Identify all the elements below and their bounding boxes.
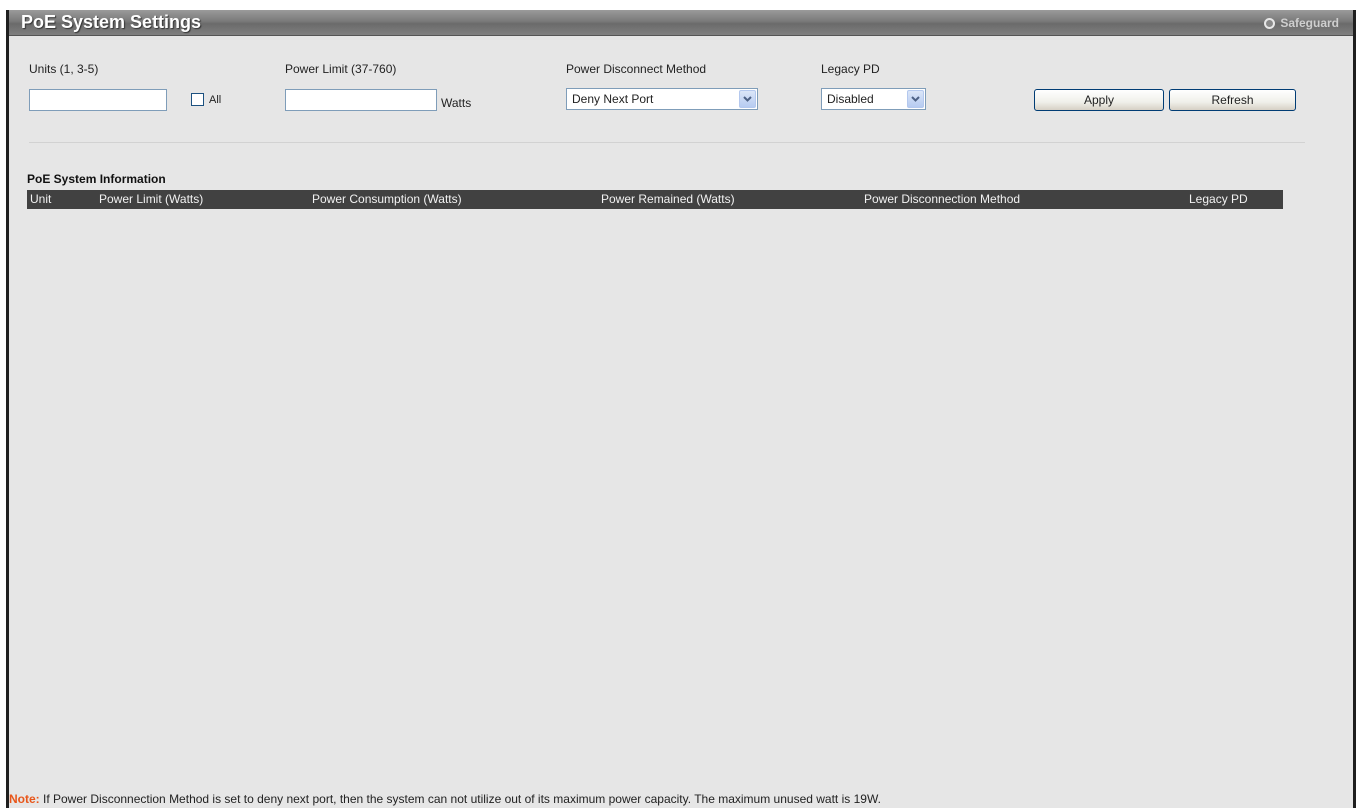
legacy-pd-value: Disabled: [827, 92, 874, 106]
page-title: PoE System Settings: [21, 12, 202, 32]
refresh-button[interactable]: Refresh: [1169, 89, 1296, 111]
disconnect-method-value: Deny Next Port: [572, 92, 654, 106]
units-label: Units (1, 3-5): [29, 62, 99, 76]
note: Note: If Power Disconnection Method is s…: [9, 792, 881, 806]
all-units-label: All: [209, 94, 222, 106]
disconnect-method-label: Power Disconnect Method: [566, 62, 707, 76]
power-limit-unit: Watts: [441, 96, 472, 110]
legacy-pd-label: Legacy PD: [821, 62, 880, 76]
column-header-power-limit: Power Limit (Watts): [99, 192, 204, 206]
apply-button[interactable]: Apply: [1034, 89, 1164, 111]
all-units-checkbox[interactable]: [191, 93, 204, 106]
column-header-unit: Unit: [30, 192, 52, 206]
divider: [29, 142, 1305, 143]
title-bar: PoE System Settings Safeguard: [9, 10, 1353, 36]
safeguard-icon: [1264, 17, 1276, 29]
power-limit-input[interactable]: [285, 89, 437, 111]
chevron-down-icon[interactable]: [907, 90, 924, 108]
chevron-down-icon[interactable]: [739, 90, 756, 108]
disconnect-method-select[interactable]: Deny Next Port: [566, 88, 758, 110]
column-header-disconnection-method: Power Disconnection Method: [864, 192, 1021, 206]
safeguard-indicator: Safeguard: [1264, 16, 1339, 30]
legacy-pd-select[interactable]: Disabled: [821, 88, 926, 110]
column-header-power-remained: Power Remained (Watts): [601, 192, 735, 206]
column-header-legacy-pd: Legacy PD: [1189, 192, 1248, 206]
note-prefix: Note:: [9, 792, 40, 806]
section-title: PoE System Information: [27, 172, 166, 186]
units-input[interactable]: [29, 89, 167, 111]
safeguard-label: Safeguard: [1280, 16, 1339, 30]
note-text: If Power Disconnection Method is set to …: [39, 792, 881, 806]
table-header: Unit Power Limit (Watts) Power Consumpti…: [27, 190, 1283, 209]
power-limit-label: Power Limit (37-760): [285, 62, 397, 76]
poe-settings-panel: PoE System Settings Safeguard Units (1, …: [6, 10, 1356, 808]
column-header-power-consumption: Power Consumption (Watts): [312, 192, 462, 206]
